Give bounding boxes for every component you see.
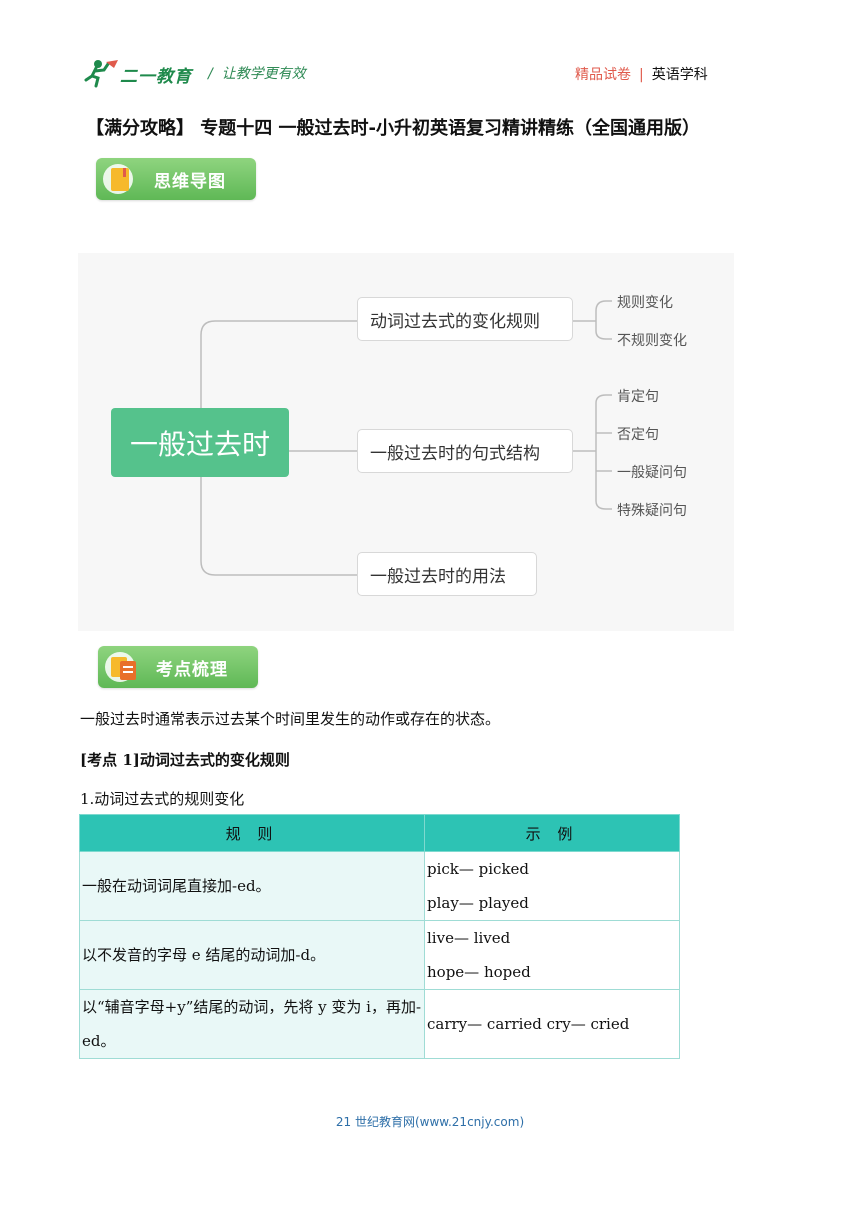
mind-map: 一般过去时 动词过去式的变化规则 规则变化 不规则变化 一般过去时的句式结构 肯… bbox=[78, 253, 734, 631]
notebook-icon bbox=[103, 164, 133, 194]
example-line: play— played bbox=[427, 894, 529, 912]
list-icon bbox=[105, 652, 136, 682]
example-cell: carry— carried cry— cried bbox=[424, 989, 680, 1059]
mind-map-leaf: 肯定句 bbox=[617, 389, 659, 405]
mind-map-leaf: 不规则变化 bbox=[617, 333, 687, 349]
points-badge-label: 考点梳理 bbox=[156, 660, 228, 680]
tag-separator: | bbox=[639, 67, 644, 83]
page-title: 【满分攻略】 专题十四 一般过去时-小升初英语复习精讲精练（全国通用版） bbox=[86, 118, 701, 139]
table-row: 以不发音的字母 e 结尾的动词加-d。 live— lived hope— ho… bbox=[79, 920, 680, 990]
mindmap-badge: 思维导图 bbox=[96, 158, 256, 200]
rules-table: 规 则 示 例 一般在动词词尾直接加-ed。 pick— picked play… bbox=[79, 814, 680, 1059]
subheading: 1.动词过去式的规则变化 bbox=[80, 790, 245, 808]
mind-map-branch: 动词过去式的变化规则 bbox=[357, 297, 573, 341]
tag-premium: 精品试卷 bbox=[575, 67, 631, 83]
mind-map-root: 一般过去时 bbox=[111, 408, 289, 477]
logo-text: 二一教育 bbox=[120, 67, 192, 87]
table-row: 一般在动词词尾直接加-ed。 pick— picked play— played bbox=[79, 851, 680, 921]
table-header-row: 规 则 示 例 bbox=[79, 814, 680, 852]
mind-map-leaf: 规则变化 bbox=[617, 295, 673, 311]
rule-cell: 以“辅音字母+y”结尾的动词，先将 y 变为 i，再加-ed。 bbox=[79, 989, 425, 1059]
mind-map-leaf: 一般疑问句 bbox=[617, 465, 687, 481]
example-line: live— lived bbox=[427, 929, 511, 947]
example-line: pick— picked bbox=[427, 860, 530, 878]
footer: 21 世纪教育网(www.21cnjy.com) bbox=[335, 1115, 525, 1129]
table-header: 规 则 bbox=[79, 814, 425, 852]
tag-subject: 英语学科 bbox=[651, 67, 708, 83]
kaodian-heading: [考点 1]动词过去式的变化规则 bbox=[80, 751, 290, 769]
mind-map-leaf: 特殊疑问句 bbox=[617, 503, 687, 519]
table-row: 以“辅音字母+y”结尾的动词，先将 y 变为 i，再加-ed。 carry— c… bbox=[79, 989, 680, 1059]
points-badge: 考点梳理 bbox=[98, 646, 258, 688]
slogan-text: 让教学更有效 bbox=[221, 66, 306, 82]
mind-map-leaf: 否定句 bbox=[617, 427, 659, 443]
rule-cell: 以不发音的字母 e 结尾的动词加-d。 bbox=[79, 920, 425, 990]
mind-map-branch: 一般过去时的用法 bbox=[357, 552, 537, 596]
example-line: carry— carried cry— cried bbox=[427, 1015, 630, 1033]
rule-cell: 一般在动词词尾直接加-ed。 bbox=[79, 851, 425, 921]
slogan: / 让教学更有效 bbox=[208, 66, 306, 82]
intro-paragraph: 一般过去时通常表示过去某个时间里发生的动作或存在的状态。 bbox=[80, 710, 501, 728]
example-cell: live— lived hope— hoped bbox=[424, 920, 680, 990]
header-tags: 精品试卷 | 英语学科 bbox=[575, 64, 708, 84]
example-line: hope— hoped bbox=[427, 963, 531, 981]
example-cell: pick— picked play— played bbox=[424, 851, 680, 921]
mindmap-badge-label: 思维导图 bbox=[154, 172, 226, 192]
mind-map-branch: 一般过去时的句式结构 bbox=[357, 429, 573, 473]
table-header: 示 例 bbox=[424, 814, 680, 852]
